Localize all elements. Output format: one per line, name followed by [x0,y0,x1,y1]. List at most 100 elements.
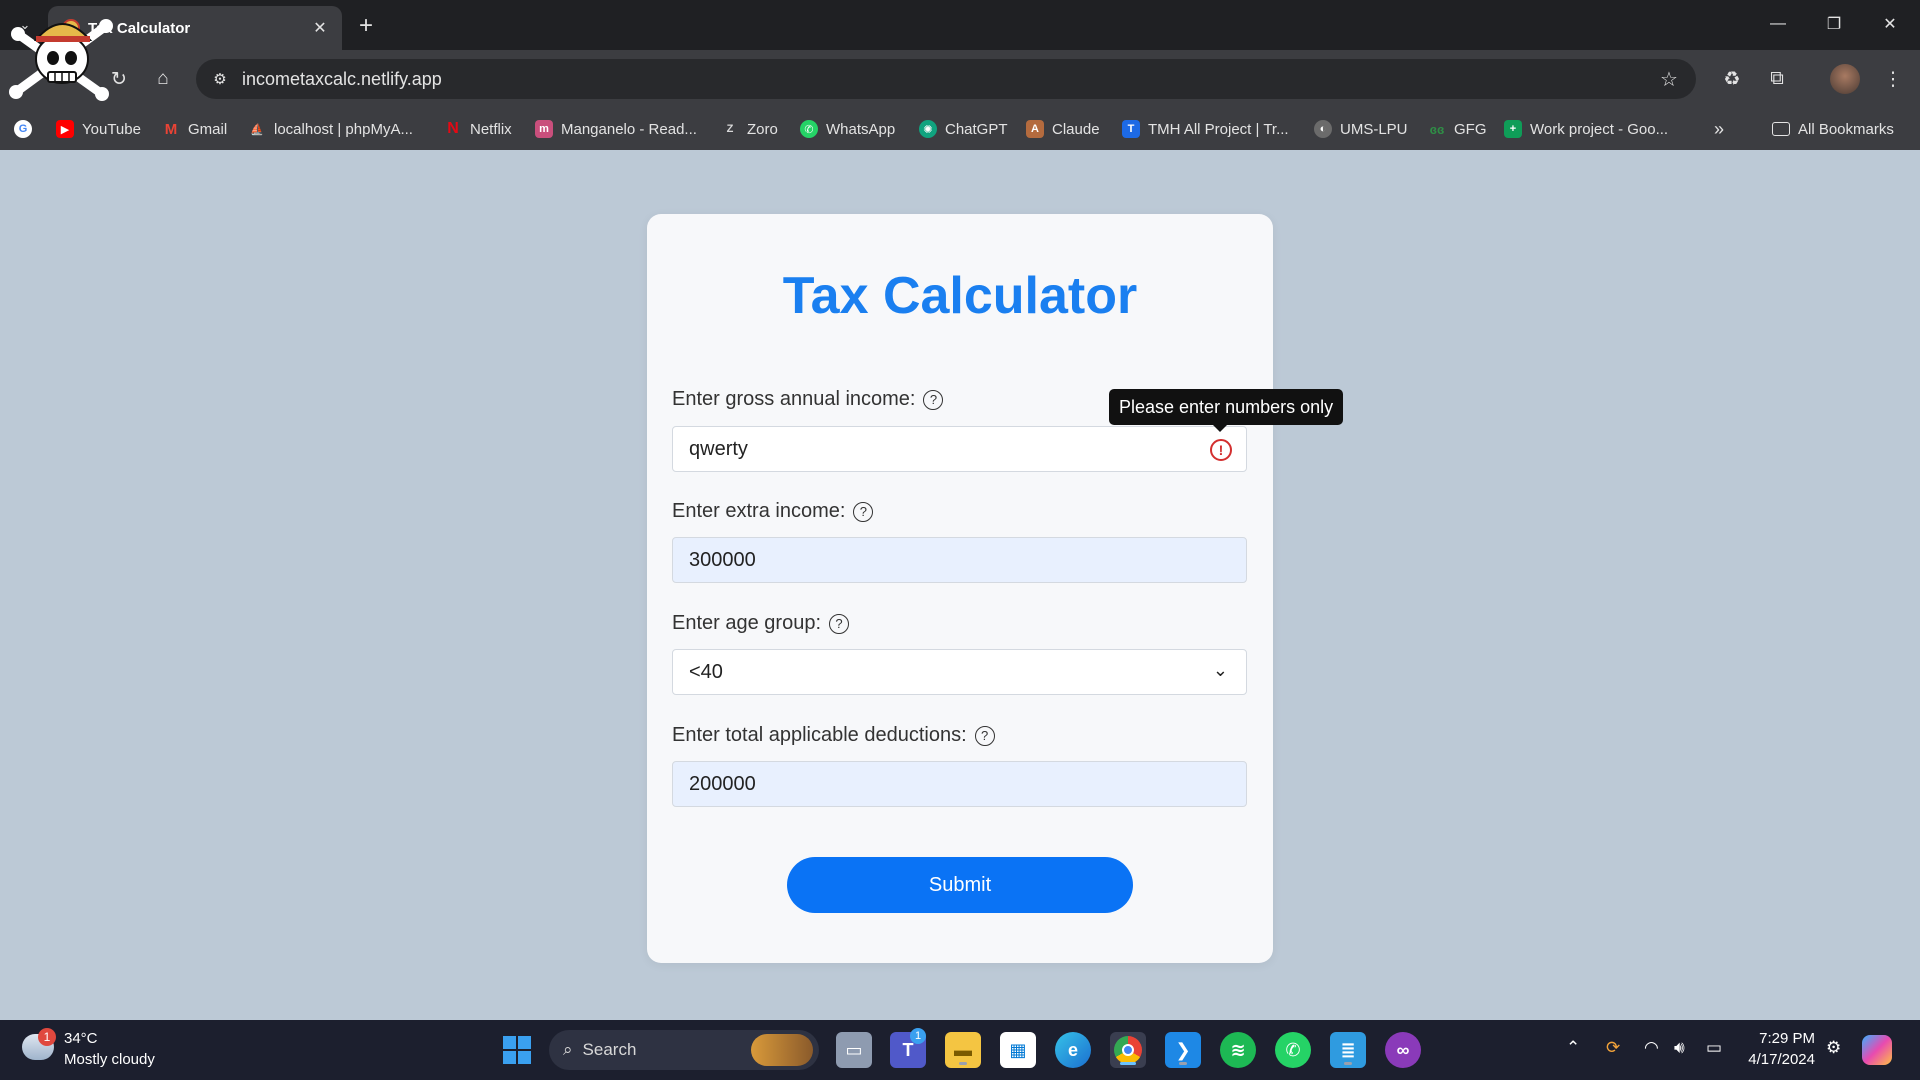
search-icon: ⌕ [563,1040,573,1059]
extra-income-help-icon[interactable]: ? [853,501,874,522]
age-group-help-icon[interactable]: ? [829,613,849,634]
bookmark-label: TMH All Project | Tr... [1148,120,1289,138]
gross-income-label-text: Enter gross annual income: [672,388,916,410]
app-mask-icon[interactable]: ∞ [1385,1032,1421,1068]
start-windows-icon[interactable] [499,1032,535,1068]
battery-icon[interactable]: ▭ [1706,1038,1722,1058]
menu-kebab-icon[interactable]: ⋮ [1878,64,1908,94]
search-label: Search [582,1040,637,1059]
bookmark-label: ChatGPT [945,120,1008,138]
bookmark-chatgpt[interactable]: ✺ ChatGPT [919,117,1008,141]
restore-icon[interactable]: ❐ [1812,8,1856,40]
chatgpt-icon: ✺ [919,120,937,138]
extra-income-value: 300000 [689,548,756,571]
phpmyadmin-icon: ⛵ [250,123,264,136]
youtube-icon: ▶ [56,120,74,138]
bookmark-claude[interactable]: A Claude [1026,117,1100,141]
folder-icon [1772,122,1790,136]
gfg-icon: ɞɞ [1429,121,1445,137]
gross-income-value: qwerty [689,437,748,460]
bookmark-gfg[interactable]: ɞɞ GFG [1428,117,1487,141]
url-text[interactable]: incometaxcalc.netlify.app [242,69,442,90]
tax-calculator-card: Tax Calculator Enter gross annual income… [647,214,1344,963]
bookmark-star-icon[interactable]: ☆ [1656,66,1682,92]
gross-income-input[interactable]: qwerty ! [672,426,1247,472]
google-bookmark[interactable]: G [14,117,32,141]
ums-lpu-icon: ◐ [1314,120,1332,138]
gross-income-label: Enter gross annual income: ? [672,388,944,411]
extra-income-label-text: Enter extra income: [672,500,846,522]
bookmark-label: Netflix [470,120,512,138]
gmail-icon: M [164,120,178,138]
task-view-icon[interactable]: ▭ [836,1032,872,1068]
submit-button[interactable]: Submit [787,857,1133,913]
microsoft-store-icon[interactable]: ▦ [1000,1032,1036,1068]
bookmark-youtube[interactable]: ▶ YouTube [56,117,141,141]
bookmark-label: WhatsApp [826,120,896,138]
profile-avatar[interactable] [1830,64,1860,94]
all-bookmarks-label: All Bookmarks [1798,120,1894,138]
tmh-icon: T [1122,120,1140,138]
deductions-value: 200000 [689,772,756,795]
error-icon[interactable]: ! [1210,439,1232,461]
bookmark-label: YouTube [82,120,141,138]
weather-notification-badge: 1 [38,1028,56,1046]
file-explorer-icon[interactable]: ▬ [945,1032,981,1068]
close-window-icon[interactable]: ✕ [1868,8,1912,40]
vscode-icon[interactable]: ❯ [1165,1032,1201,1068]
age-group-select[interactable]: <40 ⌄ [672,649,1247,695]
sync-icon[interactable]: ⟳ [1606,1038,1620,1058]
new-tab-icon[interactable]: + [352,12,380,40]
chrome-icon[interactable] [1110,1032,1146,1068]
netflix-icon: N [447,120,459,137]
bookmark-tmh[interactable]: T TMH All Project | Tr... [1122,117,1289,141]
page-title: Tax Calculator [782,267,1138,325]
bookmark-whatsapp[interactable]: ✆ WhatsApp [800,117,895,141]
google-icon: G [14,120,32,138]
bookmark-label: Manganelo - Read... [561,120,697,138]
extensions-puzzle-icon[interactable]: ⧉ [1762,64,1792,94]
weather-temperature: 34°C [64,1030,98,1047]
deductions-input[interactable]: 200000 [672,761,1247,807]
minimize-icon[interactable]: — [1756,8,1800,40]
weather-condition: Mostly cloudy [64,1051,155,1068]
bookmark-gmail[interactable]: M Gmail [162,117,227,141]
notepad-icon[interactable]: ≣ [1330,1032,1366,1068]
gross-income-help-icon[interactable]: ? [923,389,944,410]
tray-chevron-up-icon[interactable]: ⌃ [1566,1038,1580,1058]
bookmark-ums-lpu[interactable]: ◐ UMS-LPU [1314,117,1408,141]
site-info-icon[interactable]: ⚙ [210,69,230,89]
clock-time[interactable]: 7:29 PM [1755,1030,1815,1047]
tab-strip: ⌄ Tax Calculator ✕ + — ❐ ✕ [0,0,1920,50]
bookmark-work-project[interactable]: + Work project - Goo... [1504,117,1668,141]
bookmark-phpmyadmin[interactable]: ⛵ localhost | phpMyA... [248,117,413,141]
all-bookmarks[interactable]: All Bookmarks [1772,117,1894,141]
spotify-icon[interactable]: ≋ [1220,1032,1256,1068]
recycle-extension-icon[interactable]: ♻ [1717,64,1747,94]
home-icon[interactable]: ⌂ [148,64,178,94]
skull-logo-icon [9,19,113,101]
tab-close-icon[interactable]: ✕ [310,18,330,38]
edge-icon[interactable]: e [1055,1032,1091,1068]
notification-bell-icon[interactable]: ⚙ [1826,1038,1841,1058]
deductions-label-text: Enter total applicable deductions: [672,724,967,746]
bookmark-label: Gmail [188,120,228,138]
wifi-icon[interactable]: ◠ [1644,1038,1659,1058]
manganelo-icon: m [535,120,553,138]
address-bar[interactable]: ⚙ incometaxcalc.netlify.app ☆ [196,59,1696,99]
bookmark-zoro[interactable]: Z Zoro [721,117,778,141]
bookmark-label: UMS-LPU [1340,120,1408,138]
validation-tooltip: Please enter numbers only [1109,389,1344,432]
taskbar-search[interactable]: ⌕ Search [549,1030,819,1070]
more-bookmarks-chevron-icon[interactable]: » [1714,117,1724,141]
clock-date[interactable]: 4/17/2024 [1740,1051,1815,1068]
page-viewport: Tax Calculator Enter gross annual income… [0,150,1920,1020]
extra-income-input[interactable]: 300000 [672,537,1247,583]
teams-badge: 1 [910,1028,926,1044]
deductions-help-icon[interactable]: ? [974,725,995,746]
copilot-icon[interactable] [1862,1035,1892,1065]
bookmark-manganelo[interactable]: m Manganelo - Read... [535,117,697,141]
whatsapp-app-icon[interactable]: ✆ [1275,1032,1311,1068]
volume-icon[interactable]: 🔊︎ [1674,1038,1685,1058]
bookmark-netflix[interactable]: N Netflix [444,117,512,141]
